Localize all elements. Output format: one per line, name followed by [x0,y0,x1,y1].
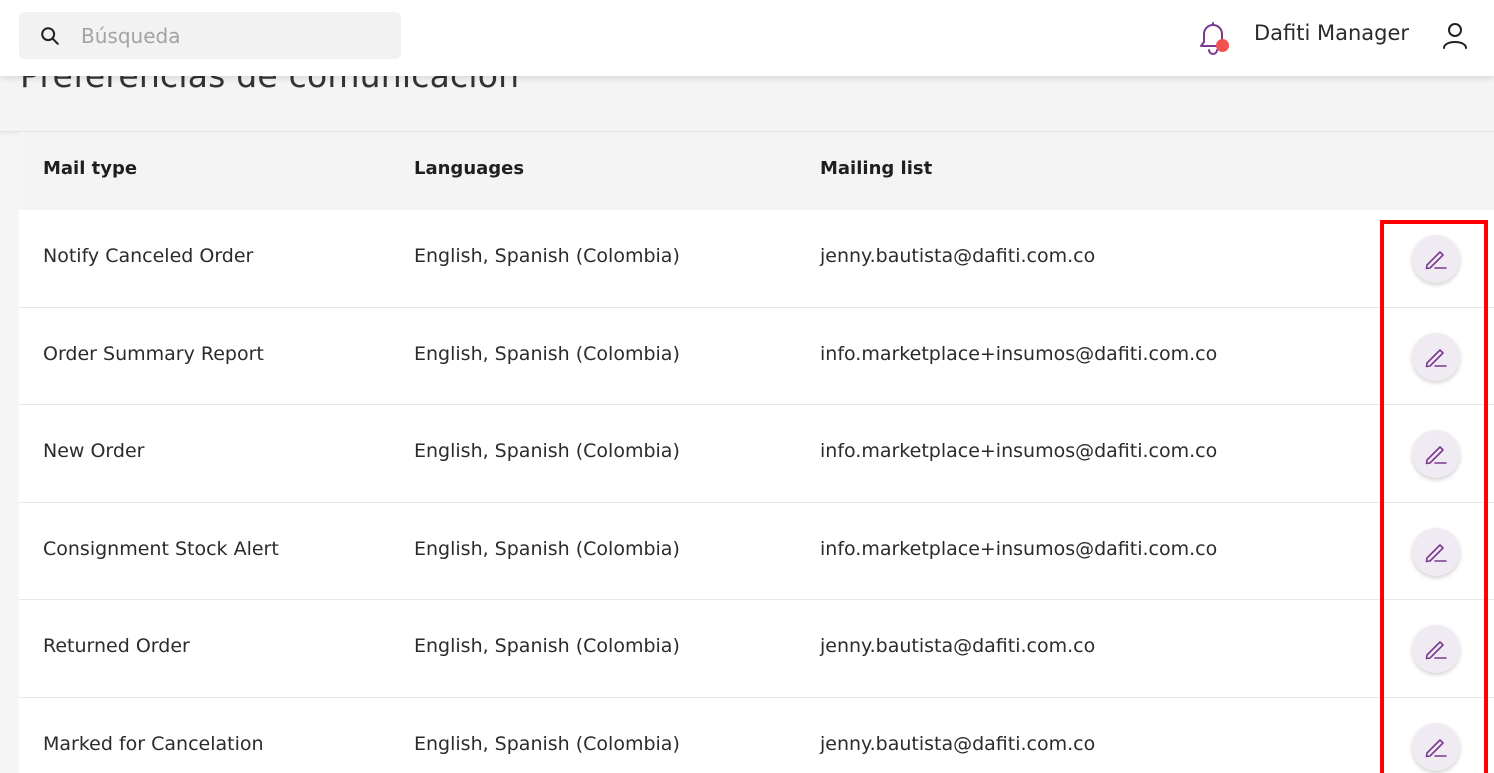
mailing-list-cell: info.marketplace+insumos@dafiti.com.co [820,342,1218,365]
edit-button[interactable] [1412,430,1460,479]
search-input[interactable] [81,12,381,59]
edit-button[interactable] [1412,235,1460,283]
mail-type-cell: New Order [43,440,145,463]
table-row: Returned Order English, Spanish (Colombi… [19,600,1494,698]
table-row: Consignment Stock Alert English, Spanish… [19,502,1494,601]
mail-type-cell: Marked for Cancelation [43,732,264,755]
mail-type-cell: Notify Canceled Order [43,245,254,267]
pencil-icon [1425,641,1447,660]
pencil-icon [1425,251,1447,270]
languages-cell: English, Spanish (Colombia) [414,245,680,267]
mailing-list-cell: jenny.bautista@dafiti.com.co [820,635,1096,658]
page: Preferencias de comunicación Dafiti Mana… [0,0,1494,773]
edit-button[interactable] [1412,722,1460,771]
notification-dot [1216,39,1229,52]
top-bar: Dafiti Manager [0,0,1494,76]
user-menu-button[interactable] [1440,20,1470,52]
pencil-icon [1425,348,1447,367]
table-row: Order Summary Report English, Spanish (C… [19,307,1494,406]
pencil-icon [1425,543,1447,563]
languages-cell: English, Spanish (Colombia) [414,635,680,658]
user-icon [1443,23,1467,49]
languages-cell: English, Spanish (Colombia) [414,342,680,365]
mailing-list-cell: jenny.bautista@dafiti.com.co [820,245,1096,267]
mailing-list-cell: info.marketplace+insumos@dafiti.com.co [820,440,1218,463]
table-row: New Order English, Spanish (Colombia) in… [19,405,1494,503]
edit-button[interactable] [1412,527,1460,576]
edit-button[interactable] [1412,332,1460,381]
table-row: Notify Canceled Order English, Spanish (… [19,210,1494,308]
pencil-icon [1425,739,1447,758]
mail-type-cell: Order Summary Report [43,342,264,365]
column-header-mailing-list: Mailing list [820,158,933,179]
search-icon [41,27,59,45]
notifications-button[interactable] [1196,20,1230,56]
pencil-icon [1425,446,1447,465]
mail-type-cell: Returned Order [43,635,190,658]
languages-cell: English, Spanish (Colombia) [414,732,680,755]
languages-cell: English, Spanish (Colombia) [414,440,680,463]
communication-preferences-table: Mail type Languages Mailing list Notify … [19,132,1494,773]
search-box[interactable] [19,12,401,59]
column-header-mail-type: Mail type [43,158,138,179]
mailing-list-cell: jenny.bautista@dafiti.com.co [820,732,1096,755]
languages-cell: English, Spanish (Colombia) [414,537,680,560]
edit-button[interactable] [1412,625,1460,674]
column-header-languages: Languages [414,158,525,179]
mailing-list-cell: info.marketplace+insumos@dafiti.com.co [820,537,1218,560]
table-header: Mail type Languages Mailing list [19,132,1494,210]
table-row: Marked for Cancelation English, Spanish … [19,697,1494,773]
mail-type-cell: Consignment Stock Alert [43,537,279,560]
user-name: Dafiti Manager [1254,21,1410,45]
